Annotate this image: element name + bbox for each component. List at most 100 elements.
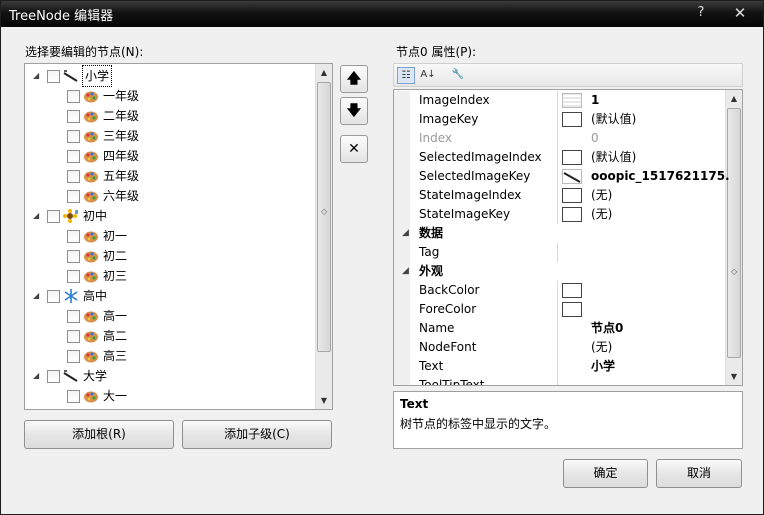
property-value[interactable]: (无) <box>591 338 612 357</box>
tree-node[interactable]: 大一 <box>25 386 315 406</box>
node-checkbox[interactable] <box>67 190 80 203</box>
node-checkbox[interactable] <box>67 250 80 263</box>
tree-node[interactable]: 高二 <box>25 326 315 346</box>
property-row[interactable]: Name 节点0 <box>394 319 726 338</box>
tree-node[interactable]: 四年级 <box>25 146 315 166</box>
tree-node[interactable]: 六年级 <box>25 186 315 206</box>
property-value[interactable]: ooopic_1517621175. <box>591 167 730 186</box>
palette-icon <box>83 169 99 183</box>
property-value[interactable]: 小学 <box>591 357 615 376</box>
property-row[interactable]: ForeColor <box>394 300 726 319</box>
add-root-button[interactable]: 添加根(R) <box>24 420 174 449</box>
tree-node[interactable]: 三年级 <box>25 126 315 146</box>
node-checkbox[interactable] <box>67 390 80 403</box>
property-row[interactable]: Tag <box>394 243 726 262</box>
tree-node[interactable]: 二年级 <box>25 106 315 126</box>
scroll-down-icon[interactable]: ▼ <box>316 392 332 409</box>
property-category[interactable]: ◢ 数据 <box>394 224 726 243</box>
tree-node[interactable]: 初三 <box>25 266 315 286</box>
delete-node-button[interactable]: ✕ <box>340 135 368 163</box>
column-divider <box>557 205 558 224</box>
property-value[interactable]: (默认值) <box>591 110 636 129</box>
scroll-thumb[interactable]: ◇ <box>727 108 741 358</box>
tree-node[interactable]: 一年级 <box>25 86 315 106</box>
tree-node[interactable]: 五年级 <box>25 166 315 186</box>
node-checkbox[interactable] <box>67 350 80 363</box>
node-checkbox[interactable] <box>67 310 80 323</box>
property-value[interactable]: 节点0 <box>591 319 623 338</box>
tree-node[interactable]: 高一 <box>25 306 315 326</box>
property-row[interactable]: StateImageIndex (无) <box>394 186 726 205</box>
node-checkbox[interactable] <box>67 110 80 123</box>
collapse-arrow-icon[interactable]: ◢ <box>402 224 409 243</box>
palette-icon <box>83 149 99 163</box>
node-checkbox[interactable] <box>47 290 60 303</box>
tree-node[interactable]: ◢ 初中 <box>25 206 315 226</box>
value-swatch <box>562 207 582 222</box>
property-row[interactable]: SelectedImageKey ooopic_1517621175. <box>394 167 730 186</box>
expand-arrow-icon[interactable]: ◢ <box>33 66 43 86</box>
palette-icon <box>83 349 99 363</box>
expand-arrow-icon[interactable]: ◢ <box>33 366 43 386</box>
node-tree[interactable]: ▲ ◇ ▼ ◢ 小学 一年级 二年级 三年级 四年级 五年级 六年级 ◢ 初中 初一 初二 初三 ◢ 高中高… <box>24 63 333 410</box>
property-value[interactable]: (默认值) <box>591 148 636 167</box>
scroll-down-icon[interactable]: ▼ <box>726 368 742 385</box>
node-checkbox[interactable] <box>47 70 60 83</box>
node-checkbox[interactable] <box>67 330 80 343</box>
property-row[interactable]: Index 0 <box>394 129 726 148</box>
scroll-up-icon[interactable]: ▲ <box>316 64 332 81</box>
property-row[interactable]: ImageKey (默认值) <box>394 110 726 129</box>
property-row[interactable]: NodeFont (无) <box>394 338 726 357</box>
categorized-icon[interactable]: ☷ <box>397 67 415 84</box>
cancel-button[interactable]: 取消 <box>656 459 742 488</box>
add-child-button[interactable]: 添加子级(C) <box>182 420 332 449</box>
node-checkbox[interactable] <box>67 130 80 143</box>
node-checkbox[interactable] <box>67 90 80 103</box>
property-value[interactable]: 0 <box>591 129 599 148</box>
expand-arrow-icon[interactable]: ◢ <box>33 206 43 226</box>
node-label: 高二 <box>103 329 128 343</box>
tree-node[interactable]: 高三 <box>25 346 315 366</box>
scroll-up-icon[interactable]: ▲ <box>726 90 742 107</box>
property-pages-icon[interactable]: 🔧 <box>449 67 467 84</box>
help-icon[interactable]: ? <box>691 4 711 22</box>
collapse-arrow-icon[interactable]: ◢ <box>402 262 409 281</box>
expand-arrow-icon[interactable]: ◢ <box>33 286 43 306</box>
grid-margin <box>394 129 410 148</box>
node-checkbox[interactable] <box>47 370 60 383</box>
property-value[interactable]: (无) <box>591 205 612 224</box>
close-icon[interactable]: ✕ <box>729 4 751 22</box>
property-row[interactable]: Text 小学 <box>394 357 726 376</box>
tree-scrollbar[interactable]: ▲ ◇ ▼ <box>315 64 332 409</box>
tree-node[interactable]: ◢ 大学 <box>25 366 315 386</box>
node-checkbox[interactable] <box>67 150 80 163</box>
node-checkbox[interactable] <box>47 210 60 223</box>
property-category[interactable]: ◢ 外观 <box>394 262 726 281</box>
property-row[interactable]: ImageIndex 1 <box>394 91 726 110</box>
grid-margin <box>394 338 410 357</box>
palette-icon <box>83 329 99 343</box>
property-row[interactable]: BackColor <box>394 281 726 300</box>
tree-node[interactable]: 初一 <box>25 226 315 246</box>
property-grid[interactable]: ▲ ◇ ▼ ImageIndex 1 ImageKey (默认值) Index 0 Sele… <box>393 89 743 386</box>
node-label: 高一 <box>103 309 128 323</box>
move-up-button[interactable]: 🡅 <box>340 65 368 93</box>
scroll-thumb[interactable]: ◇ <box>317 82 331 352</box>
property-scrollbar[interactable]: ▲ ◇ ▼ <box>725 90 742 385</box>
tree-node[interactable]: 初二 <box>25 246 315 266</box>
tree-node[interactable]: ◢ 高中 <box>25 286 315 306</box>
tree-node[interactable]: ◢ 小学 <box>25 65 315 87</box>
move-down-button[interactable]: 🡇 <box>340 97 368 125</box>
node-checkbox[interactable] <box>67 270 80 283</box>
ok-button[interactable]: 确定 <box>563 459 648 488</box>
property-value[interactable]: (无) <box>591 186 612 205</box>
node-checkbox[interactable] <box>67 170 80 183</box>
property-row[interactable]: ToolTipText <box>394 376 726 385</box>
pen-icon <box>63 369 79 383</box>
property-value[interactable]: 1 <box>591 91 599 110</box>
alphabetical-sort-icon[interactable]: A↓ <box>419 67 437 84</box>
property-row[interactable]: StateImageKey (无) <box>394 205 726 224</box>
node-label: 大一 <box>103 389 128 403</box>
property-row[interactable]: SelectedImageIndex (默认值) <box>394 148 726 167</box>
node-checkbox[interactable] <box>67 230 80 243</box>
